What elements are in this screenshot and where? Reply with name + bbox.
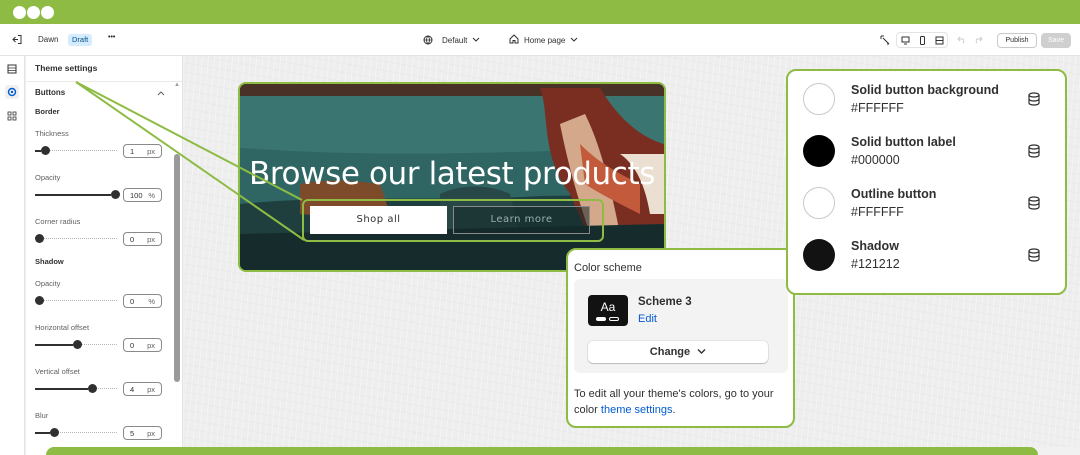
color-swatch[interactable] xyxy=(803,135,835,167)
color-help-text: To edit all your theme's colors, go to y… xyxy=(574,386,789,418)
scheme-name: Scheme 3 xyxy=(638,296,692,308)
color-swatch[interactable] xyxy=(803,187,835,219)
change-scheme-button[interactable]: Change xyxy=(588,341,768,363)
scheme-swatch: Aa xyxy=(588,295,628,326)
database-icon[interactable] xyxy=(1028,144,1040,158)
color-name: Solid button background xyxy=(851,83,999,97)
color-scheme-card: Color scheme Aa Scheme 3 Edit Change To … xyxy=(566,248,795,428)
bottom-accent-band xyxy=(46,447,1038,455)
color-scheme-label: Color scheme xyxy=(574,262,642,274)
color-scheme-picker: Aa Scheme 3 Edit Change xyxy=(574,279,788,373)
color-swatch[interactable] xyxy=(803,239,835,271)
color-name: Shadow xyxy=(851,239,899,253)
color-setting-row[interactable]: Solid button label #000000 xyxy=(788,126,1065,178)
database-icon[interactable] xyxy=(1028,248,1040,262)
color-hex: #121212 xyxy=(851,257,900,271)
color-hex: #FFFFFF xyxy=(851,101,904,115)
color-hex: #FFFFFF xyxy=(851,205,904,219)
color-setting-row[interactable]: Shadow #121212 xyxy=(788,230,1065,282)
solid-pill-preview xyxy=(596,317,606,321)
change-button-label: Change xyxy=(649,346,691,358)
help-text-end: . xyxy=(672,404,676,416)
database-icon[interactable] xyxy=(1028,196,1040,210)
color-swatch[interactable] xyxy=(803,83,835,115)
scheme-swatch-text: Aa xyxy=(600,300,616,314)
color-name: Outline button xyxy=(851,187,937,201)
color-name: Solid button label xyxy=(851,135,956,149)
color-setting-row[interactable]: Solid button background #FFFFFF xyxy=(788,74,1065,126)
color-hex: #000000 xyxy=(851,153,900,167)
theme-settings-link[interactable]: theme settings xyxy=(601,404,673,416)
outline-pill-preview xyxy=(609,317,619,321)
edit-scheme-link[interactable]: Edit xyxy=(638,313,657,325)
chevron-down-icon xyxy=(697,349,706,354)
database-icon[interactable] xyxy=(1028,92,1040,106)
color-setting-row[interactable]: Outline button #FFFFFF xyxy=(788,178,1065,230)
button-colors-card: Solid button background #FFFFFF Solid butt… xyxy=(786,69,1067,295)
